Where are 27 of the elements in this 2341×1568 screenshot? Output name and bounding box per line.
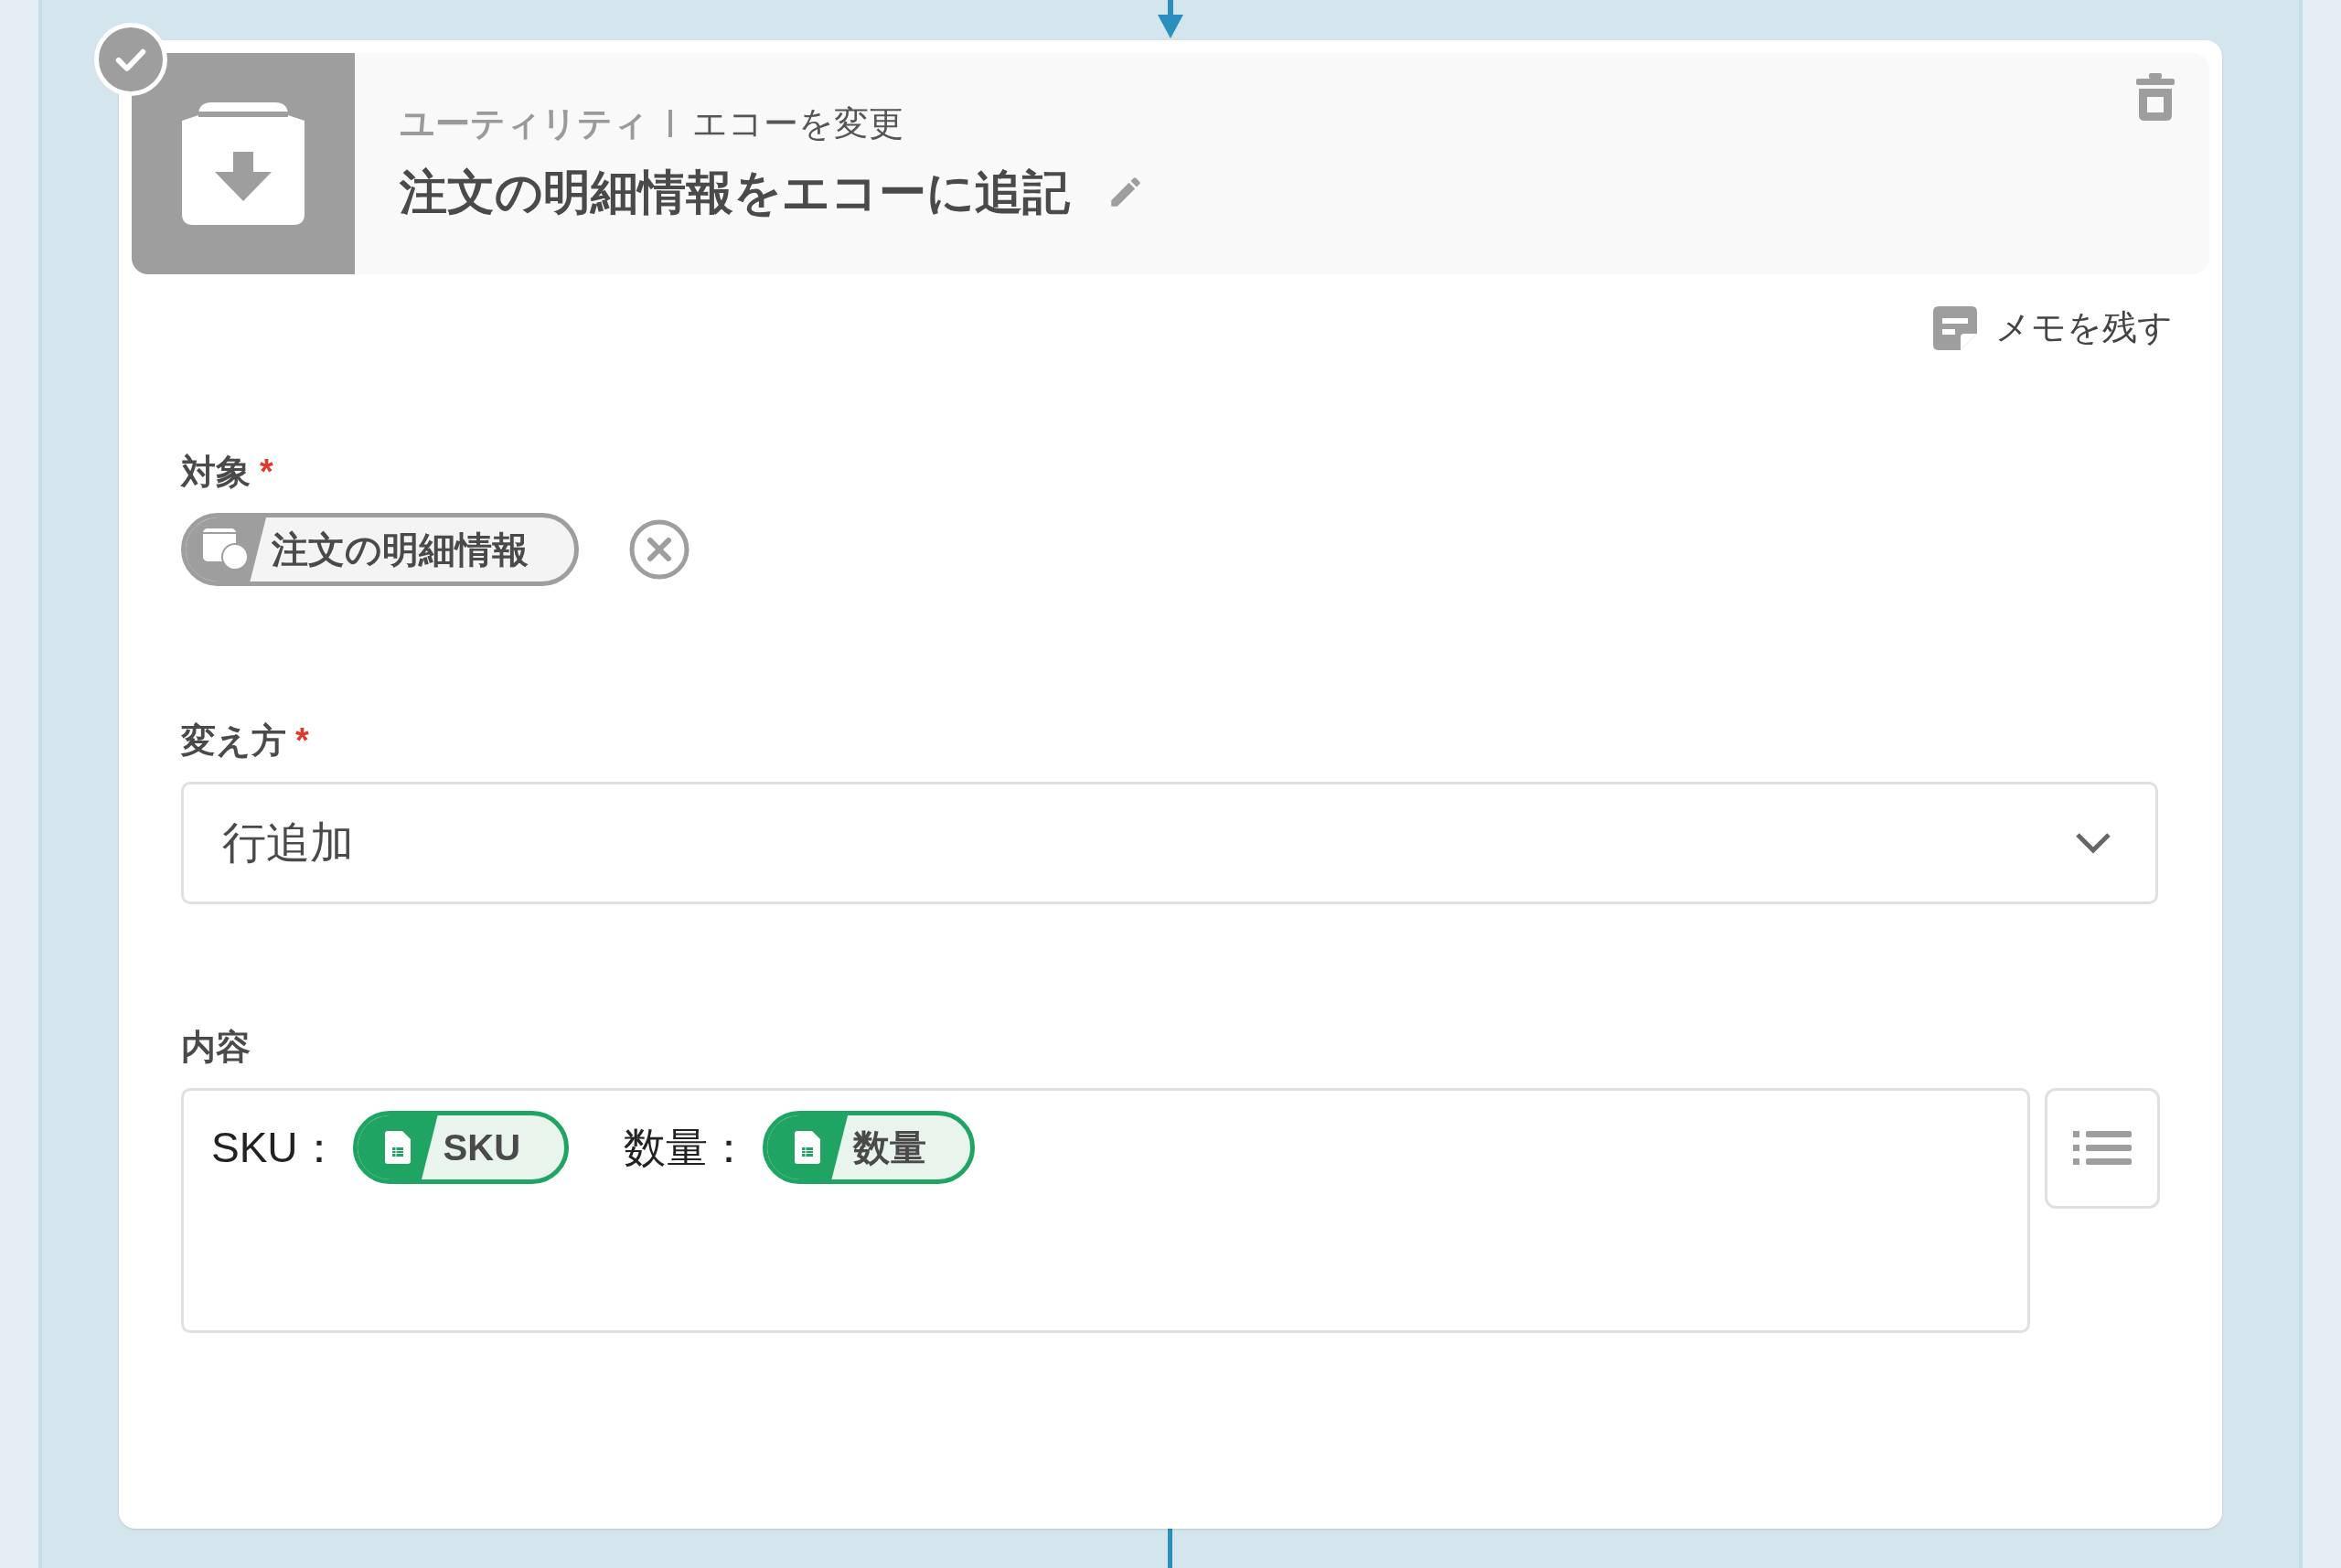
- field-label: 変え方: [181, 723, 286, 758]
- trash-icon[interactable]: [2136, 73, 2175, 121]
- memo-link[interactable]: メモを残す: [1933, 302, 2173, 354]
- chevron-down-icon: [2075, 832, 2111, 854]
- spreadsheet-icon: [384, 1131, 411, 1164]
- remove-icon[interactable]: [628, 518, 690, 581]
- content-text: 数量：: [624, 1122, 751, 1173]
- variable-chip[interactable]: 数量: [763, 1111, 976, 1184]
- record-new-icon: [203, 528, 249, 571]
- variable-chip[interactable]: SKU: [352, 1111, 570, 1184]
- step-title: 注文の明細情報をエコーに追記: [400, 168, 1070, 216]
- required-mark: *: [260, 454, 273, 489]
- insert-list-button[interactable]: [2045, 1088, 2160, 1209]
- content-field[interactable]: SKU： SKU 数量： 数量: [181, 1088, 2030, 1333]
- select-field[interactable]: 行追加: [181, 782, 2158, 904]
- field-label: 対象: [181, 454, 251, 489]
- arrow-icon: [1158, 0, 1183, 38]
- archive-download-icon: [180, 101, 306, 227]
- required-mark: *: [295, 723, 309, 758]
- category-label: ユーティリティ: [400, 106, 648, 141]
- note-icon: [1933, 305, 1977, 350]
- action-label: エコーを変更: [692, 106, 903, 141]
- record-chip[interactable]: 注文の明細情報: [181, 513, 579, 586]
- field-label: 内容: [181, 1029, 251, 1064]
- list-icon: [2073, 1129, 2132, 1168]
- content-text: SKU：: [211, 1122, 340, 1173]
- spreadsheet-icon: [795, 1131, 821, 1164]
